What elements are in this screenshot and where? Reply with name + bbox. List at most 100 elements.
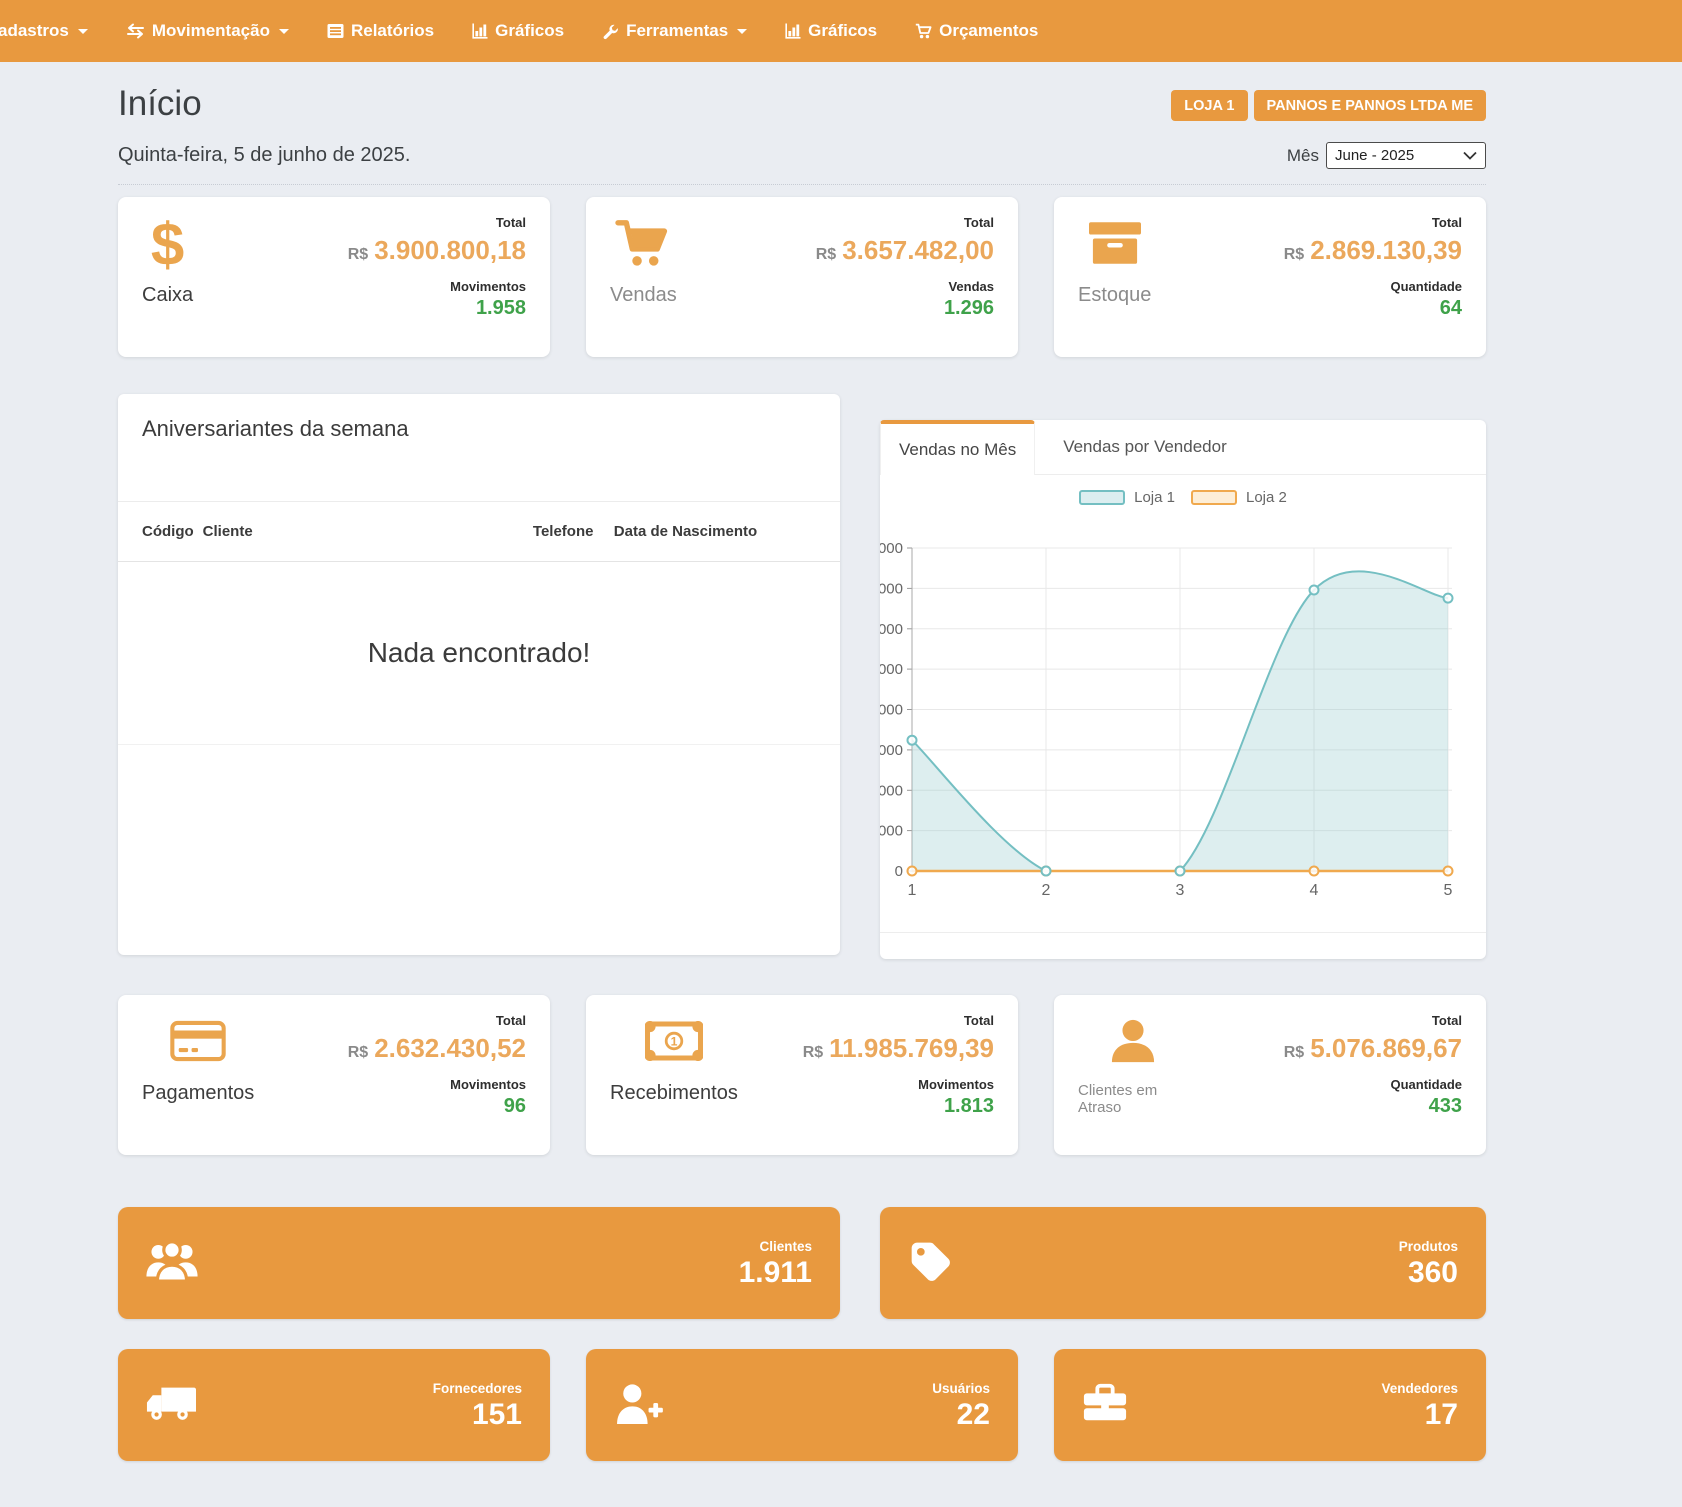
nav-label: Gráficos (808, 21, 877, 41)
stat-card-clientes-em-atraso: Clientes em Atraso Total R$5.076.869,67 … (1054, 995, 1486, 1155)
count-value: 96 (348, 1095, 526, 1118)
tile-produtos[interactable]: Produtos 360 (880, 1207, 1486, 1319)
chevron-down-icon (279, 29, 289, 34)
nav-item-ferramentas[interactable]: Ferramentas (602, 21, 747, 41)
tile-fornecedores[interactable]: Fornecedores 151 (118, 1349, 550, 1461)
report-icon (327, 23, 344, 39)
nav-item-relatorios[interactable]: Relatórios (327, 21, 434, 41)
svg-text:0: 0 (895, 863, 903, 880)
month-select-value: June - 2025 (1335, 147, 1414, 164)
top-navbar: adastros Movimentação Relatórios Gráfico… (0, 0, 1682, 62)
tile-value: 1.911 (739, 1258, 812, 1288)
chevron-down-icon (78, 29, 88, 34)
credit-card-icon (170, 1019, 226, 1068)
money-bill-icon: 1 (645, 1021, 703, 1066)
svg-text:1: 1 (908, 882, 917, 899)
svg-text:400000: 400000 (880, 540, 903, 557)
tab-vendas-por-vendedor[interactable]: Vendas por Vendedor (1035, 420, 1255, 474)
chevron-down-icon (737, 29, 747, 34)
month-select[interactable]: June - 2025 (1326, 142, 1486, 169)
tile-vendedores[interactable]: Vendedores 17 (1054, 1349, 1486, 1461)
tile-label: Fornecedores (433, 1381, 522, 1396)
tile-value: 151 (433, 1400, 522, 1430)
svg-text:4: 4 (1310, 882, 1319, 899)
total-value: 11.985.769,39 (829, 1033, 994, 1063)
tile-label: Vendedores (1381, 1381, 1458, 1396)
total-value: 2.632.430,52 (374, 1033, 526, 1063)
panel-footer (880, 932, 1486, 959)
svg-text:100000: 100000 (880, 782, 903, 799)
total-label: Total (1284, 1013, 1462, 1028)
total-label: Total (348, 1013, 526, 1028)
svg-text:5: 5 (1444, 882, 1453, 899)
legend-label: Loja 2 (1246, 489, 1287, 506)
nav-item-graficos-2[interactable]: Gráficos (785, 21, 877, 41)
nav-label: Gráficos (495, 21, 564, 41)
company-button[interactable]: PANNOS E PANNOS LTDA ME (1254, 90, 1487, 121)
svg-text:200000: 200000 (880, 702, 903, 719)
legend-item-loja1[interactable]: Loja 1 (1079, 489, 1175, 506)
svg-text:1: 1 (671, 1034, 678, 1048)
box-icon (1089, 221, 1141, 270)
tile-value: 360 (1399, 1258, 1458, 1288)
legend-item-loja2[interactable]: Loja 2 (1191, 489, 1287, 506)
birthdays-panel: Aniversariantes da semana Código Cliente… (118, 394, 840, 955)
sales-tabbar: Vendas no Mês Vendas por Vendedor (880, 420, 1486, 475)
total-label: Total (1284, 215, 1462, 230)
count-label: Quantidade (1284, 279, 1462, 294)
bar-chart-icon (785, 23, 801, 39)
currency-prefix: R$ (348, 246, 368, 263)
chevron-down-icon (1463, 147, 1477, 164)
birthdays-table-header: Código Cliente Telefone Data de Nascimen… (118, 502, 840, 562)
stat-card-recebimentos: 1 Recebimentos Total R$11.985.769,39 Mov… (586, 995, 1018, 1155)
users-icon (146, 1240, 198, 1287)
birthdays-title: Aniversariantes da semana (118, 394, 840, 502)
tile-label: Clientes (739, 1239, 812, 1254)
tile-label: Usuários (932, 1381, 990, 1396)
column-telefone: Telefone (533, 523, 614, 540)
nav-label: Movimentação (152, 21, 270, 41)
empty-state-message: Nada encontrado! (118, 562, 840, 745)
stat-card-name: Caixa (142, 284, 193, 307)
truck-icon (146, 1383, 196, 1428)
column-data-nascimento: Data de Nascimento (614, 523, 816, 540)
svg-text:2: 2 (1042, 882, 1051, 899)
tile-clientes[interactable]: Clientes 1.911 (118, 1207, 840, 1319)
tab-vendas-no-mes[interactable]: Vendas no Mês (880, 420, 1035, 475)
stat-card-pagamentos: Pagamentos Total R$2.632.430,52 Moviment… (118, 995, 550, 1155)
area-chart-plot: 0500001000001500002000002500003000003500… (880, 506, 1486, 906)
nav-label: Relatórios (351, 21, 434, 41)
legend-swatch-loja1 (1079, 490, 1125, 505)
nav-item-movimentacao[interactable]: Movimentação (126, 21, 289, 41)
nav-label: adastros (0, 21, 69, 41)
nav-item-cadastros[interactable]: adastros (0, 21, 88, 41)
tile-label: Produtos (1399, 1239, 1458, 1254)
tile-usuarios[interactable]: Usuários 22 (586, 1349, 1018, 1461)
stat-card-name: Vendas (610, 284, 677, 307)
column-cliente: Cliente (203, 523, 533, 540)
count-label: Quantidade (1284, 1077, 1462, 1092)
cart-icon (915, 23, 932, 39)
stat-card-vendas: Vendas Total R$3.657.482,00 Vendas 1.296 (586, 197, 1018, 357)
briefcase-icon (1082, 1383, 1128, 1428)
nav-item-graficos-1[interactable]: Gráficos (472, 21, 564, 41)
store-button[interactable]: LOJA 1 (1171, 90, 1247, 121)
tile-value: 22 (932, 1400, 990, 1430)
count-label: Movimentos (348, 1077, 526, 1092)
sales-chart: Loja 1 Loja 2 05000010000015000020000025… (880, 475, 1486, 932)
exchange-icon (126, 23, 145, 39)
total-value: 3.657.482,00 (842, 235, 994, 265)
svg-text:300000: 300000 (880, 621, 903, 638)
chart-legend: Loja 1 Loja 2 (880, 475, 1486, 506)
nav-label: Orçamentos (939, 21, 1038, 41)
tag-icon (908, 1239, 952, 1288)
wrench-icon (602, 23, 619, 40)
sales-panel: Vendas no Mês Vendas por Vendedor Loja 1… (880, 420, 1486, 959)
bar-chart-icon (472, 23, 488, 39)
svg-text:50000: 50000 (880, 823, 903, 840)
nav-item-orcamentos[interactable]: Orçamentos (915, 21, 1038, 41)
month-select-label: Mês (1287, 146, 1319, 166)
stat-card-name: Recebimentos (610, 1082, 738, 1105)
svg-text:3: 3 (1176, 882, 1185, 899)
svg-text:350000: 350000 (880, 580, 903, 597)
